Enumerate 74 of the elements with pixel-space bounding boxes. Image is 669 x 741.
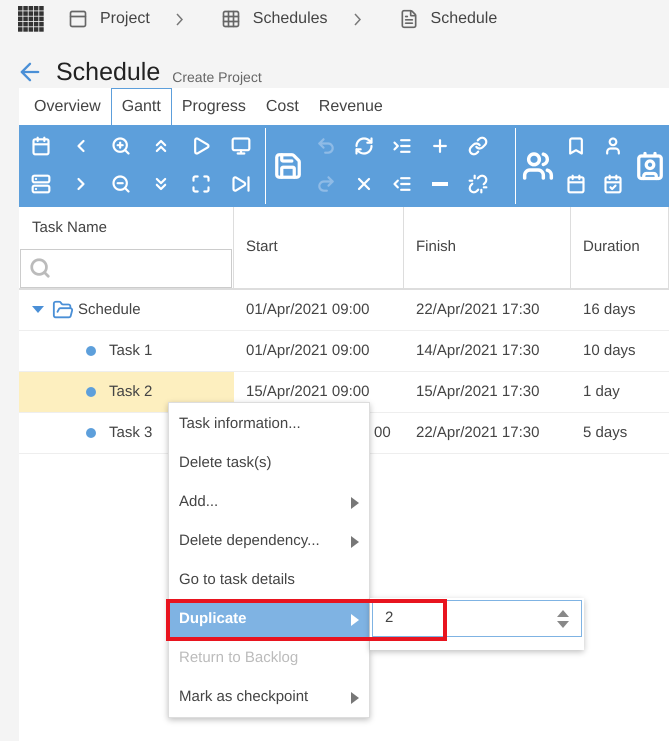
task-name-cell[interactable]: Schedule	[19, 290, 234, 330]
menu-item[interactable]: Add...	[169, 483, 369, 522]
duration: 1 day	[583, 382, 620, 400]
chevron-right-icon	[176, 12, 183, 26]
minus-icon	[432, 182, 448, 186]
start-date: 15/Apr/2021 09:00	[246, 382, 370, 400]
indent-icon	[392, 136, 412, 156]
task-name-cell[interactable]: Task 2	[19, 372, 234, 412]
zoom-in-icon	[111, 136, 132, 156]
column-header: Duration	[583, 237, 641, 258]
chevron-right-icon	[354, 12, 361, 26]
users-icon	[522, 150, 554, 182]
breadcrumb-link[interactable]: Schedules	[252, 7, 328, 31]
link-icon	[468, 136, 488, 156]
submenu-arrow-icon	[351, 536, 359, 548]
menu-item[interactable]: Mark as checkpoint	[169, 678, 369, 717]
folder-icon	[52, 299, 74, 321]
menu-item[interactable]: Delete task(s)	[169, 444, 369, 483]
window-icon	[68, 9, 88, 29]
zoom-out-icon	[111, 174, 132, 194]
calendar-icon	[566, 174, 586, 194]
task-name-cell[interactable]: Task 1	[19, 331, 234, 371]
duration: 16 days	[583, 300, 636, 318]
start-date: 01/Apr/2021 09:00	[246, 342, 370, 359]
column-header: Start	[246, 237, 279, 258]
skip-forward-icon	[231, 174, 252, 194]
expand-caret-icon[interactable]	[32, 306, 44, 314]
tab[interactable]: Progress	[172, 88, 256, 125]
finish-date: 15/Apr/2021 17:30	[416, 382, 540, 400]
column-header: Finish	[416, 237, 458, 258]
task-name: Schedule	[78, 300, 141, 320]
calendar-icon	[31, 136, 51, 156]
start-date: 01/Apr/2021 09:00	[246, 300, 370, 318]
breadcrumb-link[interactable]: Schedule	[430, 7, 498, 31]
app-grid-icon[interactable]	[18, 6, 44, 32]
submenu-arrow-icon	[351, 614, 359, 626]
search-field[interactable]	[20, 248, 232, 288]
server-icon	[31, 174, 51, 194]
expand-icon	[191, 174, 212, 194]
finish-date: 14/Apr/2021 17:30	[416, 342, 540, 359]
finish-date: 22/Apr/2021 17:30	[416, 300, 540, 318]
page-subtitle: Create Project	[172, 68, 262, 87]
contact-card-icon	[635, 151, 665, 181]
unlink-icon	[468, 174, 488, 194]
tab[interactable]: Cost	[256, 88, 309, 125]
task-name: Task 3	[109, 422, 152, 443]
save-icon	[273, 151, 304, 181]
page-title: Schedule	[56, 57, 160, 88]
duration: 5 days	[583, 424, 628, 441]
monitor-icon	[231, 136, 252, 156]
finish-date: 22/Apr/2021 17:30	[416, 424, 540, 441]
redo-icon	[316, 174, 336, 194]
refresh-icon	[354, 136, 374, 156]
calendar-check-icon	[602, 174, 623, 194]
breadcrumb-link[interactable]: Project	[100, 7, 150, 31]
grid-icon	[220, 9, 241, 29]
tab[interactable]: Overview	[24, 88, 111, 125]
task-name: Task 1	[109, 340, 152, 361]
duration: 10 days	[583, 342, 636, 359]
task-name: Task 2	[109, 382, 152, 402]
start-date: 00	[374, 424, 391, 441]
submenu-arrow-icon	[351, 692, 359, 704]
submenu-arrow-icon	[351, 496, 359, 508]
tab[interactable]: Revenue	[308, 88, 393, 125]
search-icon	[29, 257, 51, 280]
column-header: Task Name	[31, 218, 108, 238]
play-icon	[191, 136, 212, 156]
document-icon	[398, 9, 419, 29]
spinner-icon[interactable]	[557, 608, 569, 628]
outdent-icon	[392, 174, 412, 194]
menu-item[interactable]: Delete dependency...	[169, 522, 369, 561]
number-field[interactable]: 2	[372, 600, 582, 637]
menu-item[interactable]: Go to task details	[169, 561, 369, 600]
undo-icon	[316, 136, 336, 156]
